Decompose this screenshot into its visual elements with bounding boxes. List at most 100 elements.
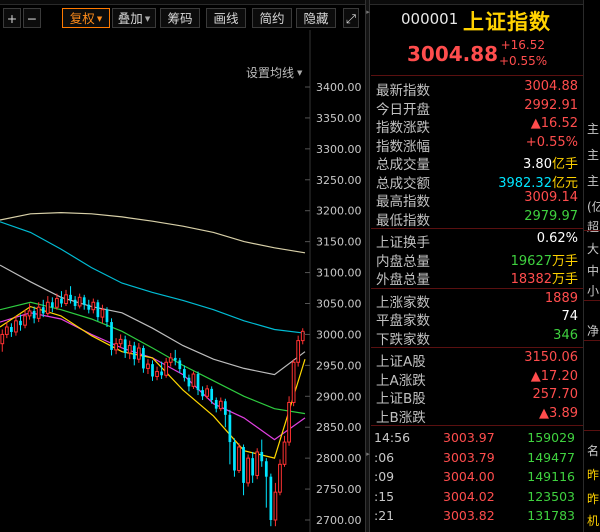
stat-number: ▲16.52 (530, 116, 578, 131)
chip-distribution-button[interactable]: 筹码 (160, 8, 200, 28)
tick-row: 14:56 3003.97 159029 (371, 430, 583, 449)
stat-number: 3004.88 (524, 79, 578, 94)
candle-body-up (36, 306, 41, 319)
candle-body-up (278, 463, 282, 493)
index-name: 上证指数 (463, 10, 551, 34)
stat-value: 2979.97 (524, 209, 578, 224)
candle-body-up (296, 340, 301, 363)
ma-line-ma6 (0, 305, 306, 459)
candle-body-down (260, 451, 264, 462)
tick-volume: 149477 (527, 449, 575, 465)
stat-number: 18382 (510, 272, 552, 287)
stat-value: ▲17.20 (531, 369, 578, 384)
stat-row: 平盘家数 74 (371, 309, 583, 329)
stat-row: 最高指数 3009.14 (371, 190, 583, 210)
stat-number: 1889 (544, 290, 578, 306)
zoom-out-button[interactable]: − (23, 8, 41, 28)
stat-number: ▲3.89 (539, 405, 578, 421)
candle-body-up (27, 310, 32, 317)
candle-body-up (45, 301, 50, 314)
candle-body-up (23, 315, 27, 326)
fullscreen-button[interactable]: ⤢ (343, 8, 359, 28)
zoom-in-button[interactable]: + (3, 8, 21, 28)
candle-body-up (287, 401, 291, 443)
side-label: 主 (587, 122, 600, 136)
side-label: 主 (587, 174, 600, 188)
minus-icon: − (26, 11, 38, 26)
side-label: 昨 (587, 468, 600, 482)
candle-body-up (91, 301, 96, 311)
candle-body-down (110, 322, 113, 350)
price-axis-label: 3400.00 (316, 81, 362, 94)
side-label: 超 (587, 220, 600, 234)
side-divider (584, 430, 600, 431)
stat-number: 3150.06 (524, 350, 578, 365)
section-divider (371, 75, 583, 76)
stat-label: 下跌家数 (376, 331, 430, 348)
candle-body-down (210, 388, 214, 400)
candle-body-down (187, 377, 191, 387)
stat-value: +0.55% (526, 135, 578, 150)
tick-row: :15 3004.02 123503 (371, 489, 583, 508)
candle-body-down (123, 339, 127, 353)
overlay-button[interactable]: 叠加 ▼ (112, 8, 156, 28)
stat-label: 平盘家数 (376, 313, 430, 329)
candle-body-up (282, 441, 287, 465)
stat-label: 上证B股 (376, 391, 426, 407)
stat-value: 3004.88 (524, 79, 578, 94)
stat-row: 总成交额 3982.32亿元 (371, 172, 583, 192)
stat-number: 2992.91 (524, 97, 578, 113)
price-axis-label: 2850.00 (316, 421, 362, 434)
stat-label: 指数涨跌 (376, 120, 430, 136)
candle-body-up (205, 388, 209, 397)
stat-row: 指数涨跌 ▲16.52 (371, 116, 583, 136)
stat-label: 上证A股 (376, 354, 426, 370)
side-label: 净 (587, 324, 600, 338)
tick-time: 14:56 (374, 430, 411, 445)
candle-body-down (214, 399, 218, 409)
section-divider (371, 228, 583, 229)
stat-row: 上A涨跌 ▲17.20 (371, 369, 583, 389)
side-label: (亿 (587, 200, 600, 214)
stat-value: 346 (553, 328, 578, 343)
stat-row: 外盘总量 18382万手 (371, 268, 583, 288)
stat-label: 外盘总量 (376, 272, 430, 288)
stat-number: 19627 (510, 253, 552, 269)
candle-body-down (201, 390, 204, 397)
candle-body-up (4, 326, 9, 335)
candle-body-up (77, 296, 82, 307)
price-axis-label: 3150.00 (316, 236, 362, 249)
hide-button[interactable]: 隐藏 (296, 8, 336, 28)
candle-body-down (69, 294, 72, 300)
panel-splitter[interactable]: ▸ ▸ (365, 0, 370, 532)
stat-row: 今日开盘 2992.91 (371, 97, 583, 118)
stat-value: 19627万手 (511, 250, 578, 269)
tick-volume: 123503 (527, 488, 575, 504)
ma-setting-dropdown[interactable]: 设置均线 ▼ (246, 64, 302, 81)
draw-line-button[interactable]: 画线 (206, 8, 246, 28)
candle-body-up (168, 357, 173, 363)
fuquan-button[interactable]: 复权 ▼ (62, 8, 110, 28)
candle-body-down (178, 360, 182, 370)
stat-label: 内盘总量 (376, 253, 430, 270)
index-change-pct: +0.55% (499, 54, 548, 68)
stat-row: 上涨家数 1889 (371, 290, 583, 311)
price-axis-label: 3250.00 (316, 174, 362, 187)
candle-body-down (96, 302, 100, 318)
caret-down-icon: ▼ (144, 15, 151, 23)
simple-mode-button[interactable]: 简约 (252, 8, 292, 28)
candle-body-down (60, 298, 63, 304)
price-axis-label: 2900.00 (316, 390, 362, 403)
tick-price: 3004.00 (443, 469, 495, 484)
kline-chart[interactable]: 3400.00 3350.00 3300.00 3250.00 3200.00 3150.… (0, 30, 365, 532)
side-label: 中 (587, 264, 600, 278)
stat-number: 3982.32 (498, 175, 552, 191)
stat-number: 74 (561, 309, 578, 324)
price-axis-label: 3200.00 (316, 205, 362, 218)
candle-body-up (0, 333, 5, 345)
price-axis-label: 3350.00 (316, 112, 362, 125)
candle-body-up (14, 320, 18, 333)
candle-body-down (196, 374, 200, 391)
side-divider (584, 300, 600, 301)
candle-body-down (142, 348, 145, 369)
